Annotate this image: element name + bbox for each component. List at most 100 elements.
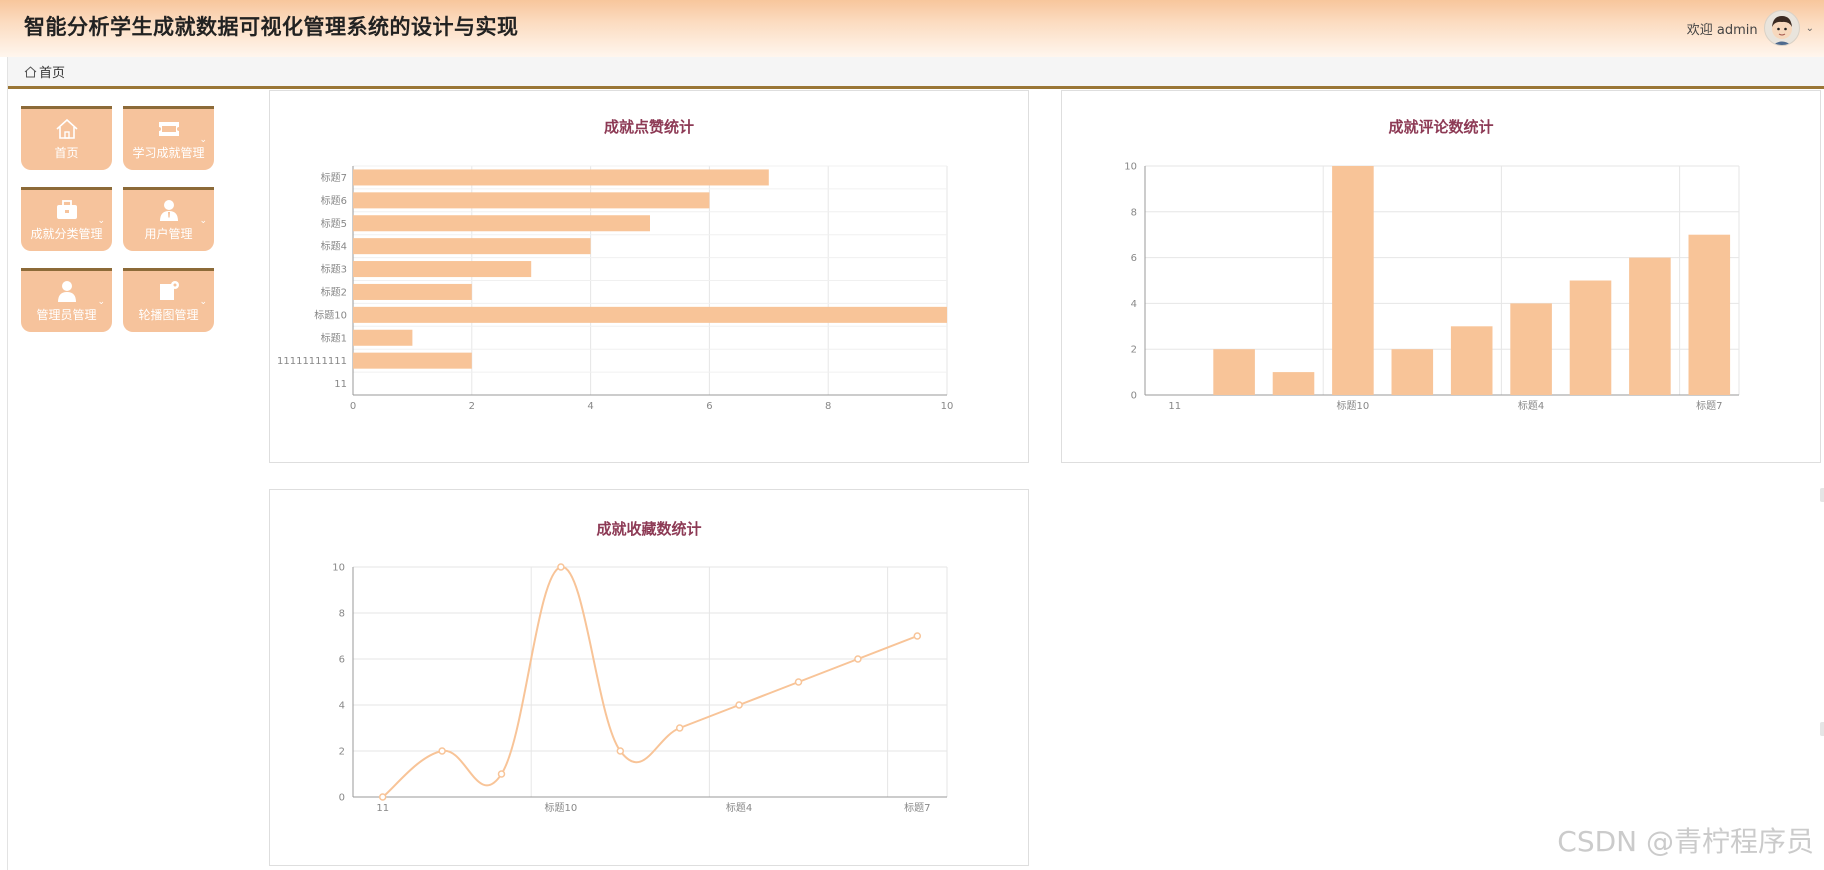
breadcrumb: 首页 [8,57,1824,89]
x-tick-label: 标题10 [545,802,578,814]
sidebar-item-users[interactable]: 用户管理 ⌄ [123,187,214,251]
x-tick-label: 4 [587,401,593,412]
bar [353,215,650,232]
y-tick-label: 标题10 [314,309,347,321]
y-tick-label: 10 [1124,162,1137,173]
data-point [675,724,684,732]
bar [353,352,472,369]
y-tick-label: 标题5 [321,218,347,230]
y-tick-label: 标题1 [321,332,347,344]
bar [1688,234,1731,395]
chevron-down-icon: ⌄ [97,216,105,226]
y-tick-label: 0 [339,793,345,804]
x-tick-label: 标题4 [726,802,752,814]
image-settings-icon [159,281,179,300]
y-tick-label: 标题7 [321,172,347,184]
sidebar-item-achievements[interactable]: 学习成就管理 ⌄ [123,106,214,170]
y-tick-label: 6 [1131,253,1137,264]
chevron-down-icon: ⌄ [97,297,105,307]
x-tick-label: 2 [469,401,475,412]
home-icon [24,65,37,77]
bar [1332,166,1374,395]
data-point [854,655,862,663]
bar [1450,326,1493,395]
data-point [378,793,387,801]
breadcrumb-home-label: 首页 [39,66,66,81]
chevron-down-icon: ⌄ [199,135,207,145]
chevron-down-icon: ⌄ [199,216,207,226]
y-tick-label: 11111111111 [277,356,347,367]
favorites-chart-panel: 成就收藏数统计 0 2 4 6 8 10 11 标题10 标题4 标题7 [269,489,1029,866]
sidebar-item-label: 轮播图管理 [138,308,199,322]
data-point [616,747,625,755]
ticket-icon [158,122,179,136]
y-tick-label: 标题3 [321,264,347,276]
y-tick-label: 2 [339,747,345,758]
sidebar-item-admins[interactable]: 管理员管理 ⌄ [21,268,112,332]
sidebar-item-carousel[interactable]: 轮播图管理 ⌄ [123,268,214,332]
series-line [382,566,918,798]
x-tick-label: 10 [941,401,954,412]
chevron-down-icon[interactable]: ⌄ [1806,23,1814,34]
y-tick-label: 10 [332,563,345,574]
bar [1569,280,1612,395]
y-tick-label: 标题4 [321,241,347,253]
sidebar-item-label: 管理员管理 [36,308,97,322]
sidebar: 首页 学习成就管理 ⌄ 成就分类管理 ⌄ 用户管理 ⌄ 管理员管理 ⌄ 轮播图管… [21,106,217,332]
y-tick-label: 4 [339,701,345,712]
briefcase-icon [56,200,77,219]
x-tick-label: 11 [1168,401,1181,412]
user-menu[interactable]: 欢迎 admin ⌄ [1687,8,1814,48]
y-tick-label: 标题6 [321,195,347,207]
x-tick-label: 8 [825,401,831,412]
bar [1272,372,1315,395]
x-tick-label: 0 [350,401,356,412]
bar [353,283,472,300]
bar [353,329,413,346]
data-point [497,770,506,778]
bar [1629,257,1671,395]
favorites-chart: 0 2 4 6 8 10 11 标题10 标题4 标题7 [332,563,948,814]
sidebar-item-label: 学习成就管理 [132,146,205,160]
app-title: 智能分析学生成就数据可视化管理系统的设计与实现 [24,15,519,39]
sidebar-item-label: 用户管理 [144,227,193,241]
avatar-face-icon [1771,16,1792,45]
scroll-marker [1820,488,1824,502]
home-icon [55,118,78,139]
bar [353,261,532,278]
data-point [557,563,565,571]
watermark: CSDN @青柠程序员 [1557,825,1814,858]
x-tick-label: 6 [706,401,712,412]
data-point [794,678,803,686]
top-header: 智能分析学生成就数据可视化管理系统的设计与实现 欢迎 admin ⌄ [0,0,1824,57]
sidebar-item-home[interactable]: 首页 [21,106,112,170]
y-tick-label: 标题2 [321,286,347,298]
y-tick-label: 0 [1131,391,1137,402]
scroll-marker [1820,722,1824,736]
user-tie-icon [159,200,178,221]
sidebar-item-label: 成就分类管理 [30,227,103,241]
sidebar-item-label: 首页 [54,146,79,160]
sidebar-item-categories[interactable]: 成就分类管理 ⌄ [21,187,112,251]
comments-chart: 0 2 4 6 8 10 11 标题10 标题4 标题7 [1124,162,1740,412]
bar [353,169,769,186]
y-tick-label: 8 [1131,207,1137,218]
left-divider [7,57,8,870]
data-point [438,747,446,755]
x-tick-label: 11 [376,803,389,814]
x-tick-label: 标题7 [904,802,930,814]
data-point [735,701,743,709]
x-tick-label: 标题7 [1696,400,1722,412]
bar [1213,349,1255,395]
x-tick-label: 标题10 [1337,400,1370,412]
bar [353,192,710,209]
welcome-text: 欢迎 admin [1686,22,1758,38]
avatar[interactable] [1763,10,1800,46]
bar [1391,349,1434,395]
y-tick-label: 8 [339,609,345,620]
y-tick-label: 11 [334,379,347,390]
data-point [913,632,922,640]
bar [353,238,591,255]
bar [1510,303,1552,395]
breadcrumb-home[interactable]: 首页 [24,62,65,81]
